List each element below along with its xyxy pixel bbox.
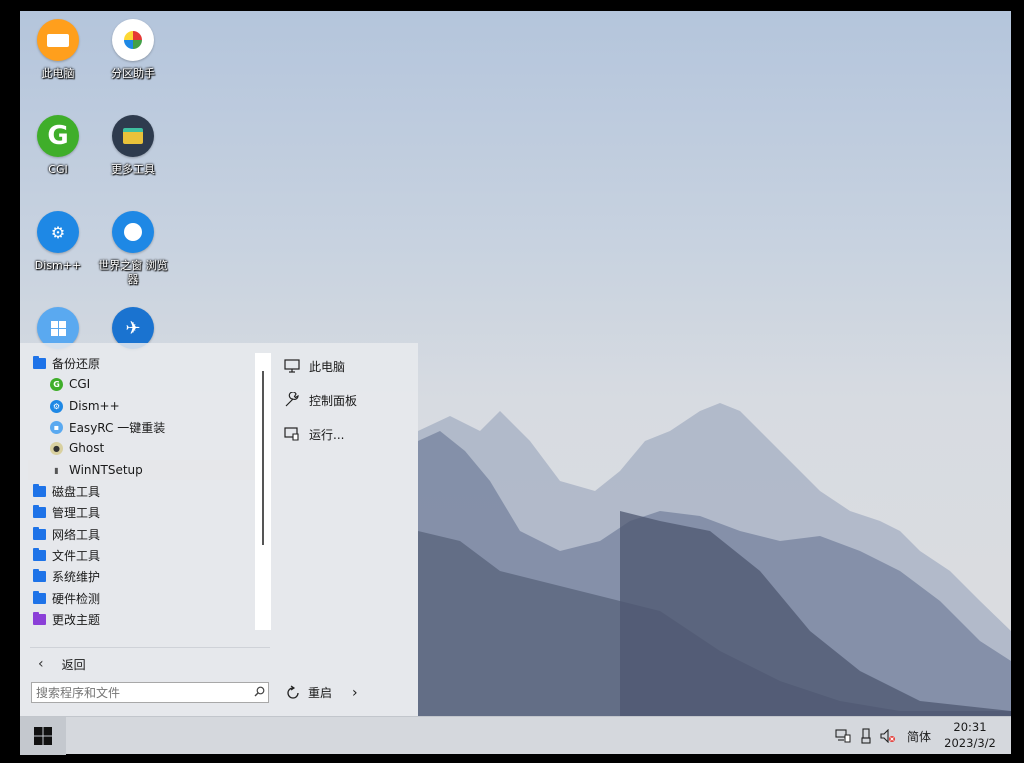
- partition-assistant-icon: [112, 19, 154, 61]
- back-label: 返回: [61, 657, 86, 672]
- usb-icon[interactable]: [858, 728, 874, 744]
- easyrc-icon: ▪: [50, 420, 63, 434]
- menu-item-label: 文件工具: [52, 548, 101, 563]
- menu-item-label: Ghost: [69, 441, 105, 455]
- ime-indicator[interactable]: 简体: [907, 728, 931, 745]
- app-dism[interactable]: ⚙ Dism++: [28, 396, 268, 416]
- browser-icon: [112, 211, 154, 253]
- app-ghost[interactable]: ● Ghost: [28, 438, 268, 458]
- clock[interactable]: 20:31 2023/3/2: [940, 719, 1000, 751]
- menu-item-label: 管理工具: [52, 505, 101, 520]
- toolbox-icon: [112, 115, 154, 157]
- folder-icon: [33, 547, 46, 561]
- run-icon: [283, 426, 301, 442]
- chevron-left-icon: ‹: [38, 656, 44, 672]
- clock-date: 2023/3/2: [944, 736, 996, 750]
- desktop-icon-label: Dism++: [34, 259, 82, 272]
- start-menu-program-list: 备份还原 G CGI ⚙ Dism++ ▪ EasyRC 一键重装 ● Ghos…: [20, 343, 272, 643]
- start-menu-right-pane: 此电脑 控制面板 运行... 重启 ›: [275, 343, 418, 716]
- search-icon[interactable]: [250, 686, 268, 700]
- folder-network-tools[interactable]: 网络工具: [28, 524, 268, 544]
- search-box[interactable]: [31, 682, 269, 703]
- monitor-icon: [283, 358, 301, 374]
- network-icon[interactable]: [835, 728, 851, 744]
- desktop-icon-label: 分区助手: [111, 67, 155, 80]
- desktop-icon-label: 更多工具: [111, 163, 155, 176]
- folder-change-theme[interactable]: 更改主题: [28, 609, 268, 629]
- volume-muted-icon[interactable]: [880, 728, 896, 744]
- desktop-icon-dism[interactable]: ⚙ Dism++: [20, 211, 97, 273]
- cgi-icon: G: [50, 377, 63, 391]
- folder-icon: [33, 611, 46, 625]
- clock-time: 20:31: [953, 720, 987, 734]
- start-menu: 备份还原 G CGI ⚙ Dism++ ▪ EasyRC 一键重装 ● Ghos…: [20, 343, 418, 716]
- taskbar: 简体 20:31 2023/3/2: [20, 716, 1011, 755]
- right-item-run[interactable]: 运行...: [283, 424, 344, 444]
- menu-item-label: 更改主题: [52, 612, 101, 627]
- app-cgi[interactable]: G CGI: [28, 374, 268, 394]
- desktop-icon-cgi[interactable]: G CGI: [20, 115, 97, 177]
- folder-disk-tools[interactable]: 磁盘工具: [28, 481, 268, 501]
- dism-icon: ⚙: [50, 399, 63, 413]
- restart-icon: [284, 685, 302, 701]
- folder-icon: [33, 483, 46, 497]
- restart-button[interactable]: 重启 ›: [284, 684, 358, 701]
- folder-system-maintenance[interactable]: 系统维护: [28, 566, 268, 586]
- right-item-this-pc[interactable]: 此电脑: [283, 356, 345, 376]
- menu-item-label: 网络工具: [52, 527, 101, 542]
- right-item-control-panel[interactable]: 控制面板: [283, 390, 357, 410]
- menu-item-label: Dism++: [69, 399, 120, 413]
- menu-item-label: WinNTSetup: [69, 463, 143, 477]
- menu-item-label: 磁盘工具: [52, 484, 101, 499]
- desktop-icon-label: CGI: [48, 163, 68, 176]
- desktop-icon-label: 世界之窗 浏览器: [98, 259, 168, 286]
- menu-item-label: 备份还原: [52, 356, 101, 371]
- folder-admin-tools[interactable]: 管理工具: [28, 502, 268, 522]
- menu-item-label: CGI: [69, 377, 91, 391]
- folder-icon: [33, 590, 46, 604]
- folder-backup-restore[interactable]: 备份还原: [28, 353, 268, 373]
- chevron-right-icon[interactable]: ›: [352, 685, 358, 701]
- right-item-label: 控制面板: [309, 393, 358, 408]
- cgi-icon: G: [37, 115, 79, 157]
- search-input[interactable]: [32, 683, 250, 702]
- folder-hardware-detection[interactable]: 硬件检测: [28, 588, 268, 608]
- app-winntsetup[interactable]: ▮ WinNTSetup: [28, 460, 272, 480]
- app-easyrc[interactable]: ▪ EasyRC 一键重装: [28, 417, 268, 437]
- start-button[interactable]: [20, 717, 66, 755]
- menu-item-label: EasyRC 一键重装: [69, 420, 166, 435]
- ghost-icon: ●: [50, 441, 63, 455]
- dism-icon: ⚙: [37, 211, 79, 253]
- folder-icon: [33, 355, 46, 369]
- folder-file-tools[interactable]: 文件工具: [28, 545, 268, 565]
- folder-icon: [33, 526, 46, 540]
- desktop-icon-label: 此电脑: [41, 67, 75, 80]
- program-list-scrollbar[interactable]: [255, 353, 271, 630]
- wrench-icon: [283, 392, 301, 408]
- menu-item-label: 系统维护: [52, 569, 101, 584]
- desktop-icon-browser[interactable]: 世界之窗 浏览器: [94, 211, 172, 287]
- desktop-icon-more-tools[interactable]: 更多工具: [94, 115, 172, 177]
- right-item-label: 运行...: [309, 427, 345, 442]
- menu-item-label: 硬件检测: [52, 591, 101, 606]
- back-button[interactable]: ‹ 返回: [38, 654, 86, 674]
- restart-label: 重启: [308, 686, 333, 700]
- scrollbar-thumb[interactable]: [262, 371, 264, 545]
- folder-icon: [33, 568, 46, 582]
- winntsetup-icon: ▮: [54, 465, 59, 475]
- divider: [30, 647, 270, 648]
- right-item-label: 此电脑: [309, 359, 346, 374]
- computer-icon: [37, 19, 79, 61]
- folder-icon: [33, 504, 46, 518]
- windows-logo-icon: [34, 727, 52, 745]
- desktop-icon-partition-assistant[interactable]: 分区助手: [94, 19, 172, 81]
- desktop-icon-this-pc[interactable]: 此电脑: [20, 19, 97, 81]
